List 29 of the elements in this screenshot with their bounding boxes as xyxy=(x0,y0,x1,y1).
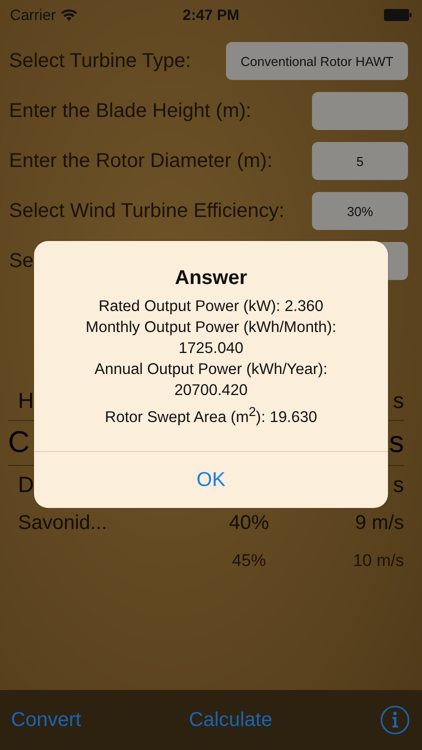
battery-icon xyxy=(384,9,412,21)
picker-item[interactable]: 10 m/s xyxy=(294,551,404,571)
field-label: Enter the Blade Height (m): xyxy=(9,100,252,122)
alert-message: 1725.040 xyxy=(178,339,244,359)
field-label: Select Turbine Type: xyxy=(9,50,191,72)
ok-button[interactable]: OK xyxy=(34,451,388,508)
picker-item[interactable]: 9 m/s xyxy=(294,512,404,534)
alert-message: Annual Output Power (kWh/Year): xyxy=(94,360,328,380)
picker-item[interactable]: Savonid... xyxy=(18,512,204,534)
field-label: Se xyxy=(9,250,34,272)
alert-message: 20700.420 xyxy=(174,381,248,401)
input-field[interactable]: 5 xyxy=(312,142,408,180)
carrier-label: Carrier xyxy=(10,6,56,24)
input-field[interactable] xyxy=(312,92,408,130)
select-field[interactable]: Conventional Rotor HAWT xyxy=(226,42,408,80)
info-icon[interactable] xyxy=(380,705,410,735)
status-time: 2:47 PM xyxy=(182,6,240,24)
picker-item[interactable]: 40% xyxy=(204,512,294,534)
alert-message: Rotor Swept Area (m$^{2}$): 19.630 xyxy=(104,403,318,428)
input-field[interactable]: 30% xyxy=(312,192,408,230)
calculate-button[interactable]: Calculate xyxy=(188,708,272,732)
field-label: Enter the Rotor Diameter (m): xyxy=(9,150,272,172)
alert-title: Answer xyxy=(174,267,248,290)
wifi-icon xyxy=(60,9,77,21)
alert-message: Monthly Output Power (kWh/Month): xyxy=(86,318,336,338)
convert-button[interactable]: Convert xyxy=(11,708,82,732)
picker-item[interactable]: 45% xyxy=(204,551,294,571)
alert-message: Rated Output Power (kW): 2.360 xyxy=(98,297,324,317)
field-label: Select Wind Turbine Efficiency: xyxy=(9,200,284,222)
